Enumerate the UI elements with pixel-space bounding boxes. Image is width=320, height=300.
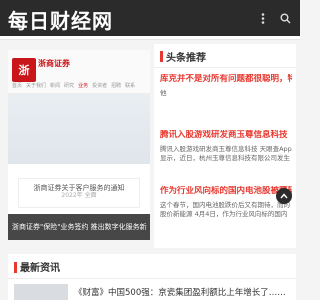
recommend-article[interactable]: 作为行业风向标的国内电池股被腰斩价格…… 这个春节，国内电池股跌价后又有期待，而… [160, 186, 292, 219]
promo-nav-item: 首页 [12, 83, 23, 89]
header-icons [252, 0, 296, 36]
recommend-article[interactable]: 腾讯入股游戏研发商玉尊信息科技 腾讯入股游戏研发商玉尊信息科技 天眼查App显示… [160, 130, 292, 163]
promo-nav-item: 关于我们 [26, 83, 47, 89]
promo-slide[interactable]: 浙 浙商证券 首页 关于我们 新闻 研究 业务 投资者 招聘 联系 浙商证券关于… [8, 50, 150, 240]
latest-headline[interactable]: 《财富》中国500强：京瓷集团盈利额比上年增长了…… [74, 286, 296, 298]
article-summary: 这个春节，国内电池股跌价后又有期待，而的股价新能源 4月4日，作为行业风向标的国… [160, 201, 290, 218]
latest-thumbnail[interactable] [14, 284, 68, 300]
article-title[interactable]: 腾讯入股游戏研发商玉尊信息科技 [160, 130, 292, 141]
top-bar: 每日财经网 [0, 0, 300, 36]
section-accent-bar [160, 51, 163, 62]
latest-divider [8, 278, 296, 279]
latest-news-section: 最新资讯 《财富》中国500强：京瓷集团盈利额比上年增长了…… [8, 254, 296, 300]
promo-nav-item-active: 业务 [78, 83, 89, 89]
promo-notice-title: 浙商证券关于客户服务的通知 [33, 184, 125, 192]
article-summary: 他 [160, 89, 167, 97]
promo-nav-item: 研究 [64, 83, 75, 89]
article-title[interactable]: 作为行业风向标的国内电池股被腰斩价格…… [160, 186, 292, 197]
arrow-up-icon [280, 193, 288, 199]
back-to-top-button[interactable] [276, 188, 292, 204]
promo-caption[interactable]: 浙商证券"保险"业务签约 推出数字化服务新 [8, 214, 150, 240]
recommend-article[interactable]: 库克并不是对所有问题都很聪明，特别是在…… 他 [160, 74, 292, 107]
promo-nav-item: 招聘 [111, 83, 122, 89]
header-divider [0, 36, 300, 40]
menu-icon[interactable] [252, 0, 274, 36]
promo-banner-image [8, 94, 150, 164]
promo-nav-item: 联系 [125, 83, 136, 89]
promo-header: 浙 浙商证券 首页 关于我们 新闻 研究 业务 投资者 招聘 联系 [8, 50, 150, 94]
promo-nav-item: 投资者 [92, 83, 108, 89]
promo-nav: 首页 关于我们 新闻 研究 业务 投资者 招聘 联系 [12, 82, 148, 89]
site-logo[interactable]: 每日财经网 [8, 5, 113, 34]
promo-notice-sub: 2022年 全面 [61, 192, 97, 200]
promo-brand: 浙商证券 [38, 59, 70, 68]
recommend-title: 头条推荐 [166, 53, 206, 64]
promo-logo: 浙 [12, 58, 36, 82]
latest-title: 最新资讯 [20, 263, 60, 274]
article-title[interactable]: 库克并不是对所有问题都很聪明，特别是在…… [160, 74, 292, 85]
recommend-panel: 头条推荐 库克并不是对所有问题都很聪明，特别是在…… 他 腾讯入股游戏研发商玉尊… [154, 44, 296, 248]
recommend-header: 头条推荐 [154, 44, 296, 68]
section-accent-bar [14, 262, 17, 273]
promo-nav-item: 新闻 [50, 83, 61, 89]
search-icon[interactable] [274, 0, 296, 36]
promo-notice-card: 浙商证券关于客户服务的通知 2022年 全面 [18, 178, 140, 208]
article-summary: 腾讯入股游戏研发商玉尊信息科技 天眼查App显示，近日，杭州玉尊信息科技有限公司… [160, 145, 292, 162]
